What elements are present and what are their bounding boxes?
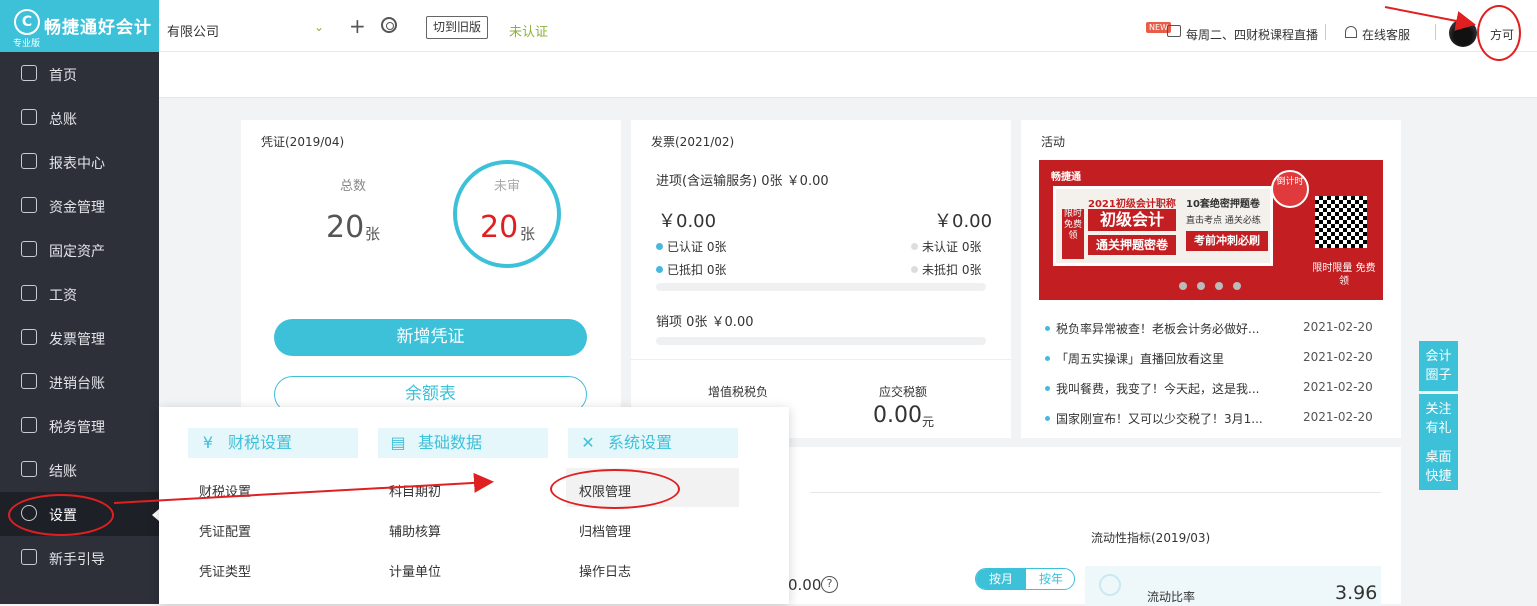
arrow-to-permissions (113, 472, 494, 504)
arrow-to-username (1384, 6, 1476, 31)
annotation-arrows (113, 6, 1476, 504)
